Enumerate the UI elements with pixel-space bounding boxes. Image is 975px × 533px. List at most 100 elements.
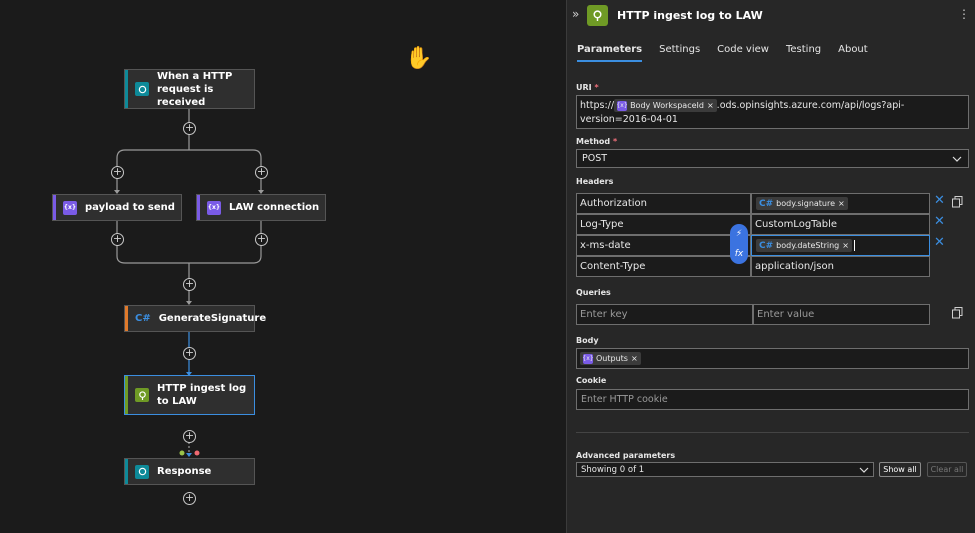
variable-icon: {x}	[616, 100, 628, 111]
panel-header: » HTTP ingest log to LAW ⋮	[567, 0, 975, 34]
http-request-icon	[135, 464, 149, 479]
signature-token[interactable]: C# body.signature ×	[756, 197, 848, 210]
csharp-icon: C#	[135, 313, 151, 324]
variable-icon: {x}	[207, 200, 221, 215]
token-label: Body WorkspaceId	[630, 100, 704, 110]
tab-about[interactable]: About	[838, 44, 868, 62]
dynamic-content-toggle[interactable]: ⚡ fx	[730, 224, 748, 264]
outputs-token[interactable]: {x} Outputs ×	[580, 352, 641, 365]
uri-input[interactable]: https://{x} Body WorkspaceId × .ods.opinsig…	[576, 95, 969, 129]
action-details-panel: » HTTP ingest log to LAW ⋮ Parameters Se…	[566, 0, 975, 533]
http-request-icon	[135, 82, 149, 96]
header-value-input[interactable]: CustomLogTable	[751, 214, 930, 235]
node-accent-bar	[53, 195, 56, 220]
node-payload-to-send[interactable]: {x} payload to send	[52, 194, 182, 221]
lightning-icon[interactable]: ⚡	[736, 229, 742, 239]
header-value-input[interactable]: C# body.signature ×	[751, 193, 930, 214]
add-step-button[interactable]: +	[183, 278, 196, 291]
remove-token-icon[interactable]: ×	[838, 198, 845, 210]
remove-token-icon[interactable]: ×	[842, 240, 849, 252]
workspace-id-token[interactable]: {x} Body WorkspaceId ×	[614, 99, 717, 112]
token-label: body.dateString	[776, 240, 840, 250]
panel-title[interactable]: HTTP ingest log to LAW	[617, 9, 763, 22]
add-step-button[interactable]: +	[111, 233, 124, 246]
header-key-input[interactable]: x-ms-date	[576, 235, 751, 256]
node-label: When a HTTP request is received	[157, 70, 233, 108]
delete-header-icon[interactable]: ✕	[934, 214, 945, 229]
designer-canvas[interactable]: When a HTTP request is received {x} payl…	[0, 0, 566, 533]
collapse-panel-icon[interactable]: »	[572, 7, 579, 21]
more-options-icon[interactable]: ⋮	[958, 7, 970, 21]
delete-header-icon[interactable]: ✕	[934, 235, 945, 250]
node-accent-bar	[125, 306, 128, 331]
token-label: body.signature	[776, 198, 836, 208]
delete-header-icon[interactable]: ✕	[934, 193, 945, 208]
node-label: LAW connection	[229, 202, 320, 213]
add-step-button[interactable]: +	[183, 430, 196, 443]
copy-icon[interactable]	[952, 196, 963, 211]
node-accent-bar	[125, 376, 128, 414]
node-generate-signature[interactable]: C# GenerateSignature	[124, 305, 266, 332]
remove-token-icon[interactable]: ×	[707, 99, 714, 113]
advanced-parameters-select[interactable]: Showing 0 of 1	[576, 462, 874, 477]
add-step-button[interactable]: +	[183, 347, 196, 360]
add-step-button[interactable]: +	[183, 122, 196, 135]
header-key-input[interactable]: Authorization	[576, 193, 751, 214]
query-value-input[interactable]: Enter value	[753, 304, 930, 325]
clear-all-button[interactable]: Clear all	[927, 462, 967, 477]
copy-icon[interactable]	[952, 307, 963, 322]
queries-label: Queries	[576, 288, 611, 297]
node-response[interactable]: Response	[124, 458, 255, 485]
section-divider	[576, 432, 969, 433]
text-caret	[853, 240, 855, 251]
query-key-placeholder: Enter key	[580, 309, 628, 320]
advanced-select-value: Showing 0 of 1	[581, 465, 645, 475]
remove-token-icon[interactable]: ×	[631, 354, 638, 363]
date-string-token[interactable]: C# body.dateString ×	[756, 239, 852, 252]
method-label: Method *	[576, 137, 617, 146]
required-marker: *	[594, 83, 599, 92]
tab-parameters[interactable]: Parameters	[577, 44, 643, 62]
cookie-input[interactable]: Enter HTTP cookie	[576, 389, 969, 410]
tab-testing[interactable]: Testing	[786, 44, 821, 62]
header-key: x-ms-date	[580, 240, 631, 251]
query-value-placeholder: Enter value	[757, 309, 815, 320]
add-step-button[interactable]: +	[255, 233, 268, 246]
panel-tabs: Parameters Settings Code view Testing Ab…	[577, 44, 885, 62]
required-marker: *	[612, 137, 618, 146]
header-key-input[interactable]: Log-Type	[576, 214, 751, 235]
node-http-trigger[interactable]: When a HTTP request is received	[124, 69, 255, 109]
node-http-ingest[interactable]: HTTP ingest log to LAW	[124, 375, 255, 415]
header-value-input[interactable]: C# body.dateString ×	[751, 235, 930, 256]
add-step-button[interactable]: +	[255, 166, 268, 179]
uri-label: URI *	[576, 83, 599, 92]
body-input[interactable]: {x} Outputs ×	[576, 348, 969, 369]
add-step-button[interactable]: +	[183, 492, 196, 505]
query-key-input[interactable]: Enter key	[576, 304, 753, 325]
header-value-input[interactable]: application/json	[751, 256, 930, 277]
csharp-icon: C#	[759, 198, 774, 209]
header-key-input[interactable]: Content-Type	[576, 256, 751, 277]
node-accent-bar	[197, 195, 200, 220]
method-value: POST	[582, 153, 608, 164]
variable-icon: {x}	[63, 200, 77, 215]
add-step-button[interactable]: +	[111, 166, 124, 179]
node-label: GenerateSignature	[158, 313, 267, 324]
advanced-parameters-label: Advanced parameters	[576, 451, 676, 460]
chevron-down-icon	[952, 156, 962, 162]
chevron-down-icon	[859, 467, 869, 473]
cookie-label: Cookie	[576, 376, 607, 385]
uri-prefix: https://	[580, 100, 615, 111]
tab-settings[interactable]: Settings	[659, 44, 700, 62]
expression-icon[interactable]: fx	[735, 249, 744, 259]
http-icon	[587, 5, 608, 26]
method-select[interactable]: POST	[576, 149, 969, 168]
tab-code-view[interactable]: Code view	[717, 44, 769, 62]
method-label-text: Method	[576, 137, 611, 146]
node-law-connection[interactable]: {x} LAW connection	[196, 194, 326, 221]
show-all-button[interactable]: Show all	[879, 462, 921, 477]
header-key: Content-Type	[580, 261, 646, 272]
node-label: HTTP ingest log to LAW	[157, 383, 247, 407]
token-label: Outputs	[596, 354, 628, 363]
header-key: Log-Type	[580, 219, 624, 230]
